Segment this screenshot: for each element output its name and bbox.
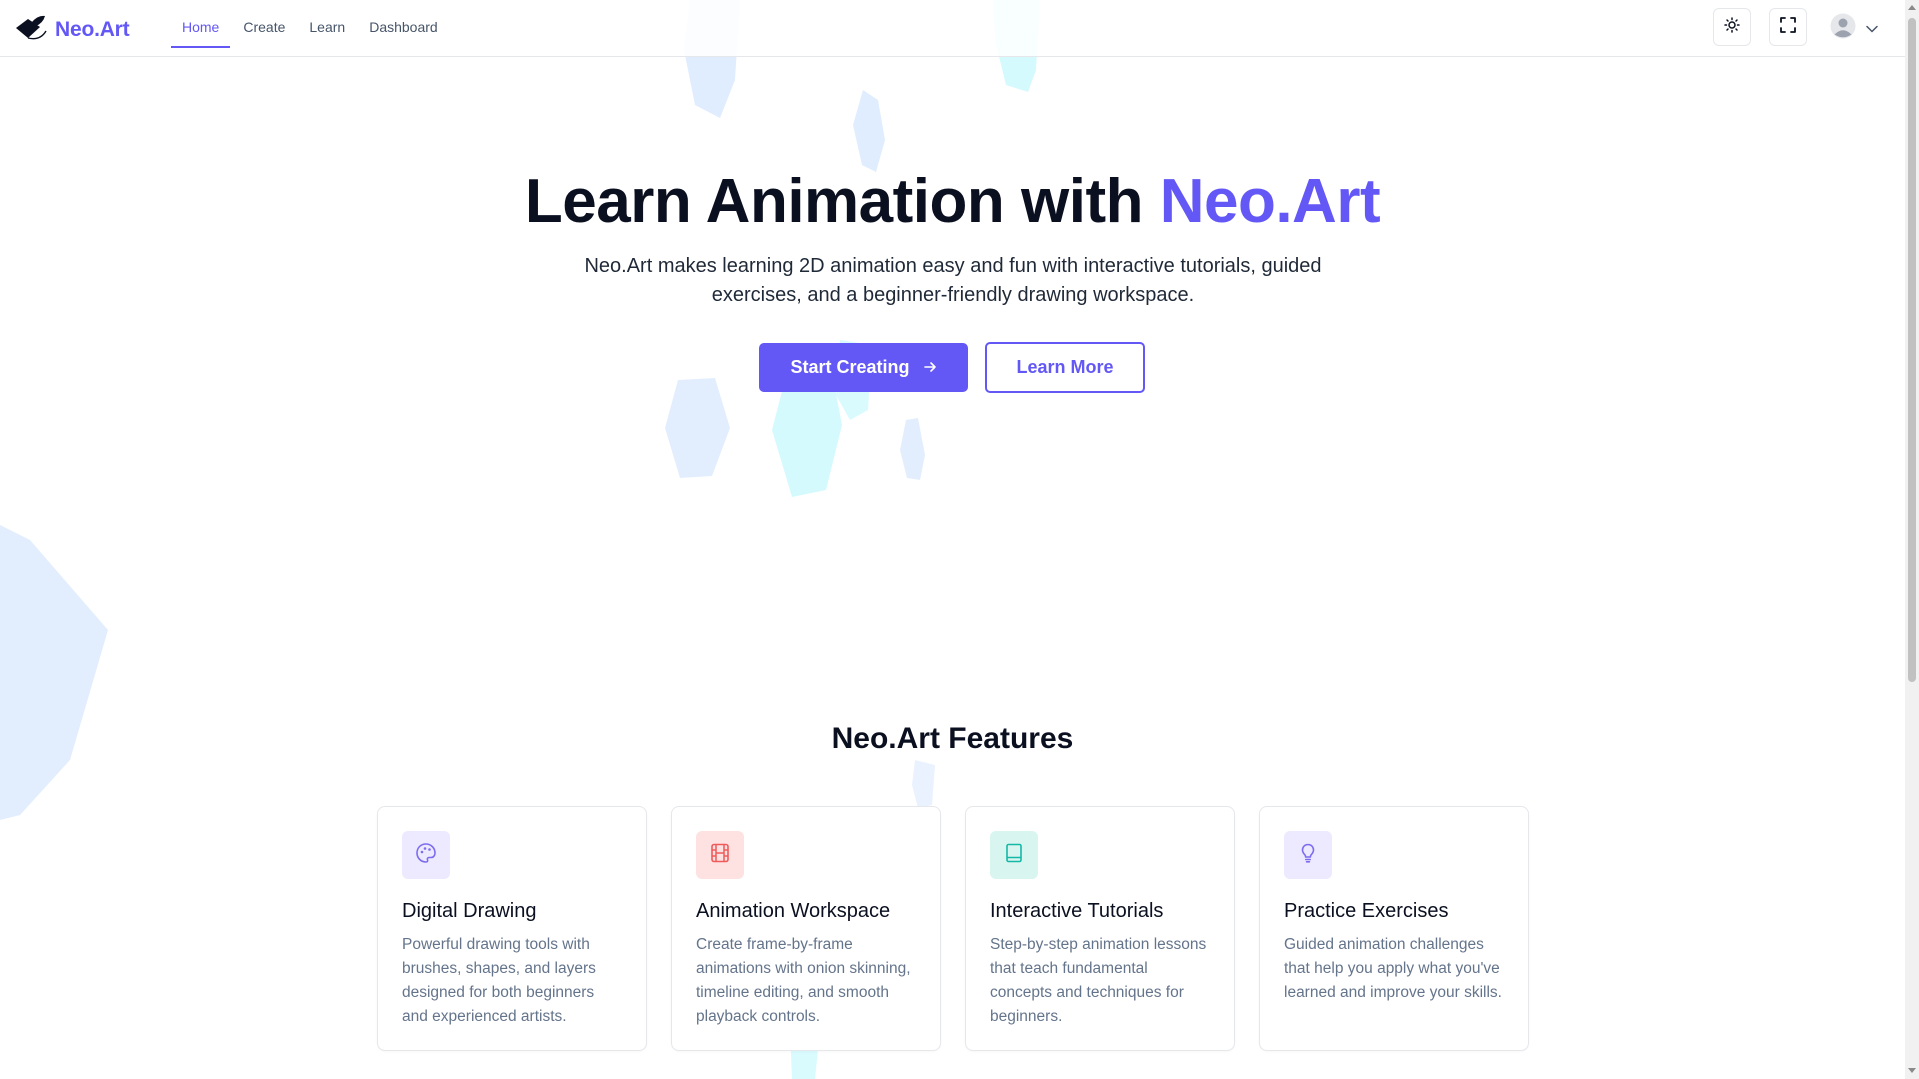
features-heading: Neo.Art Features <box>831 722 1074 755</box>
feature-title: Interactive Tutorials <box>990 900 1164 922</box>
bg-hexagon <box>853 90 885 172</box>
nav-item-dashboard[interactable]: Dashboard <box>358 0 449 54</box>
start-creating-button[interactable]: Start Creating <box>759 343 968 392</box>
feature-card-animation-workspace[interactable]: Animation Workspace Create frame-by-fram… <box>671 806 941 1051</box>
learn-more-label: Learn More <box>1016 357 1114 377</box>
hero-title: Learn Animation with Neo.Art <box>0 164 1905 240</box>
scroll-up-arrow-icon[interactable] <box>1908 5 1916 10</box>
bg-hexagon <box>665 378 730 478</box>
feature-icon-box <box>1284 831 1332 879</box>
nav-item-home[interactable]: Home <box>171 0 231 54</box>
palette-icon <box>415 842 437 869</box>
hero-title-main: Learn Animation with <box>524 167 1160 236</box>
feature-card-interactive-tutorials[interactable]: Interactive Tutorials Step-by-step anima… <box>965 806 1235 1051</box>
feature-title: Animation Workspace <box>696 900 891 922</box>
brush-logo-icon <box>14 13 48 46</box>
brand-logo[interactable]: Neo.Art <box>14 13 130 46</box>
feature-icon-box <box>990 831 1038 879</box>
feature-description: Guided animation challenges that help yo… <box>1284 936 1502 1001</box>
fullscreen-button[interactable] <box>1769 8 1807 46</box>
feature-title: Practice Exercises <box>1284 900 1449 922</box>
user-menu[interactable] <box>1830 13 1878 44</box>
fullscreen-icon <box>1779 16 1797 39</box>
feature-description: Step-by-step animation lessons that teac… <box>990 936 1207 1025</box>
arrow-right-icon <box>923 357 937 378</box>
scrollbar-thumb[interactable] <box>1908 18 1916 682</box>
learn-more-button[interactable]: Learn More <box>985 342 1145 393</box>
feature-card-digital-drawing[interactable]: Digital Drawing Powerful drawing tools w… <box>377 806 647 1051</box>
book-icon <box>1003 842 1025 869</box>
main-nav: Home Create Learn Dashboard <box>171 0 451 56</box>
nav-item-learn[interactable]: Learn <box>298 0 356 54</box>
nav-item-label: Home <box>182 19 220 35</box>
feature-icon-box <box>402 831 450 879</box>
feature-card-practice-exercises[interactable]: Practice Exercises Guided animation chal… <box>1259 806 1529 1051</box>
bg-hexagon <box>0 525 108 820</box>
background-decoration <box>0 0 1040 1079</box>
film-icon <box>709 842 731 869</box>
nav-item-label: Learn <box>309 19 346 35</box>
scroll-down-arrow-icon[interactable] <box>1908 1068 1916 1073</box>
hero-title-accent: Neo.Art <box>1159 167 1381 236</box>
nav-item-create[interactable]: Create <box>232 0 296 54</box>
brand-name: Neo.Art <box>55 17 130 41</box>
nav-item-label: Create <box>243 19 286 35</box>
page: Neo.Art Home Create Learn Dashboard Lear… <box>0 0 1919 1079</box>
bg-hexagon <box>912 760 935 808</box>
feature-title: Digital Drawing <box>402 900 537 922</box>
bg-hexagon <box>900 418 925 480</box>
page-scrollbar[interactable] <box>1905 0 1919 1079</box>
sun-icon <box>1724 16 1740 38</box>
feature-description: Create frame-by-frame animations with on… <box>696 936 911 1025</box>
feature-description: Powerful drawing tools with brushes, sha… <box>402 936 596 1025</box>
theme-toggle-button[interactable] <box>1713 8 1751 46</box>
lightbulb-icon <box>1297 842 1319 869</box>
feature-icon-box <box>696 831 744 879</box>
user-avatar-icon <box>1830 13 1856 44</box>
hero-subtitle: Neo.Art makes learning 2D animation easy… <box>584 255 1322 306</box>
nav-item-label: Dashboard <box>369 19 438 35</box>
top-navbar: Neo.Art Home Create Learn Dashboard <box>0 0 1905 57</box>
chevron-down-icon <box>1866 20 1878 38</box>
start-creating-label: Start Creating <box>790 357 910 377</box>
